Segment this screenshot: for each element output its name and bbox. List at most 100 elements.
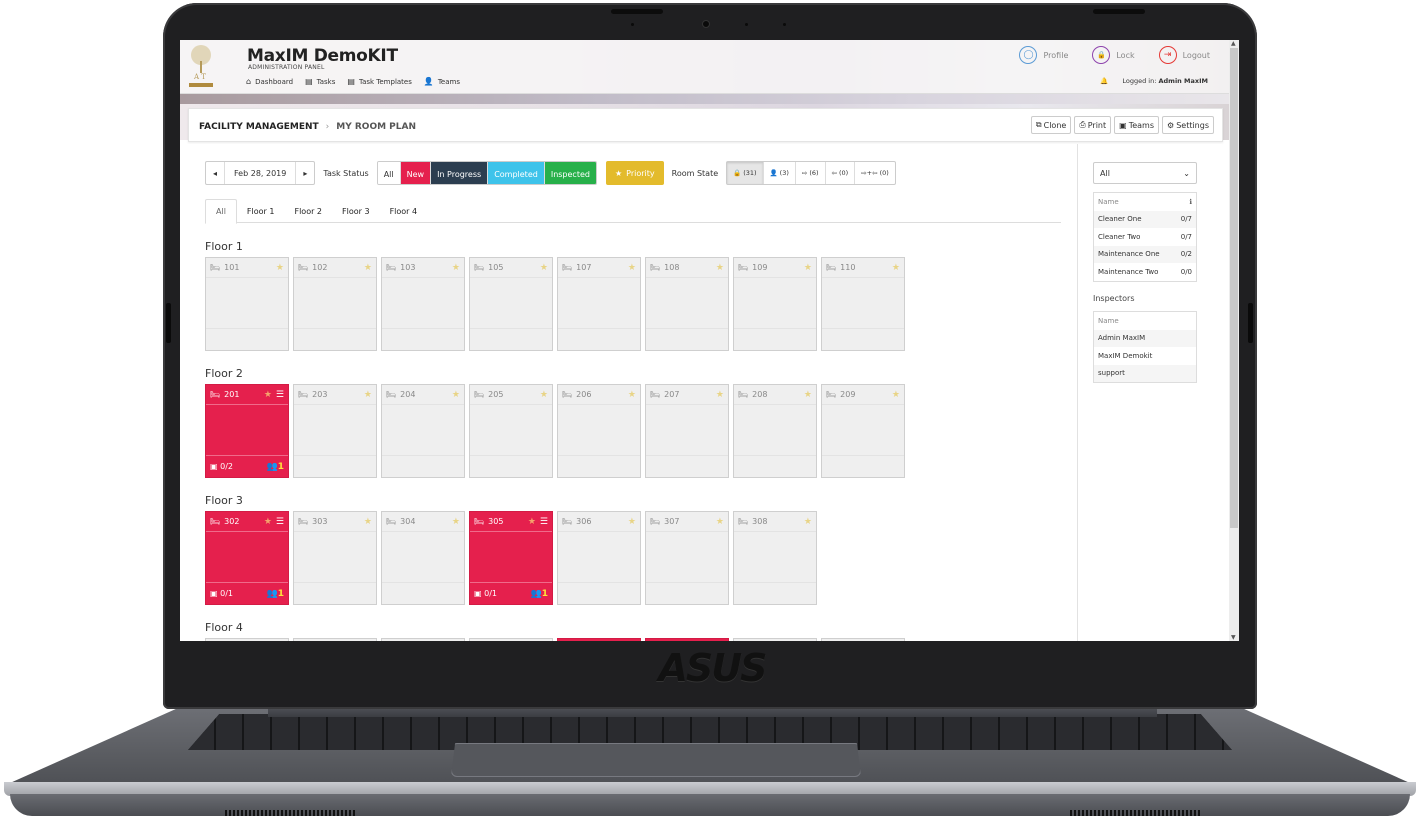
room-card[interactable] (645, 638, 729, 641)
room-card[interactable]: 🛏 109 ★ (733, 257, 817, 351)
scroll-down-icon[interactable]: ▼ (1231, 634, 1236, 641)
date-field[interactable]: Feb 28, 2019 (225, 162, 297, 184)
status-filter-all[interactable]: All (377, 162, 401, 184)
staff-row[interactable]: Maintenance Two 0/0 (1094, 263, 1196, 281)
breadcrumb-root[interactable]: FACILITY MANAGEMENT (199, 122, 319, 132)
room-card[interactable]: 🛏 101 ★ (205, 257, 289, 351)
info-icon[interactable]: ℹ (1189, 198, 1192, 206)
room-card[interactable]: 🛏 306 ★ (557, 511, 641, 605)
star-icon[interactable]: ★ (452, 390, 460, 400)
room-card[interactable]: 🛏 308 ★ (733, 511, 817, 605)
inspector-row[interactable]: Admin MaxIM (1094, 329, 1196, 347)
bell-icon[interactable]: 🔔 (1100, 77, 1108, 85)
tab-floor-4[interactable]: Floor 4 (380, 199, 428, 223)
star-icon[interactable]: ★ (628, 263, 636, 273)
tab-floor-2[interactable]: Floor 2 (284, 199, 332, 223)
room-card[interactable] (733, 638, 817, 641)
room-card[interactable]: 🛏 203 ★ (293, 384, 377, 478)
settings-button[interactable]: ⚙ Settings (1162, 116, 1214, 134)
star-icon[interactable]: ★ (804, 517, 812, 527)
star-icon[interactable]: ★ (716, 263, 724, 273)
tab-floor-3[interactable]: Floor 3 (332, 199, 380, 223)
scrollbar-thumb[interactable] (1230, 48, 1238, 528)
room-card[interactable] (469, 638, 553, 641)
room-card[interactable]: 🛏 110 ★ (821, 257, 905, 351)
priority-button[interactable]: ★ Priority (605, 161, 664, 185)
room-card[interactable] (381, 638, 465, 641)
room-card[interactable]: 🛏 108 ★ (645, 257, 729, 351)
star-icon[interactable]: ★ (628, 517, 636, 527)
status-filter-inspected[interactable]: Inspected (544, 162, 596, 184)
star-icon[interactable]: ★ (892, 263, 900, 273)
room-card[interactable]: 🛏 307 ★ (645, 511, 729, 605)
room-card[interactable]: 🛏 304 ★ (381, 511, 465, 605)
room-state-option[interactable]: 🔒 (31) (727, 162, 764, 184)
logout-link[interactable]: ⇥ Logout (1158, 46, 1210, 64)
nav-tasks[interactable]: ▤ Tasks (305, 77, 335, 86)
room-card[interactable]: 🛏 205 ★ (469, 384, 553, 478)
staff-row[interactable]: Cleaner One 0/7 (1094, 210, 1196, 228)
room-card[interactable]: 🛏 302 ★ ☰ ▣ 0/1 👥1 (205, 511, 289, 605)
star-icon[interactable]: ★ (264, 517, 272, 527)
menu-icon[interactable]: ☰ (276, 390, 284, 400)
room-state-option[interactable]: ⇦ (0) (826, 162, 856, 184)
star-icon[interactable]: ★ (716, 390, 724, 400)
star-icon[interactable]: ★ (264, 390, 272, 400)
nav-teams[interactable]: 👤 Teams (424, 77, 460, 86)
room-state-option[interactable]: 👤 (3) (764, 162, 796, 184)
profile-link[interactable]: ◯ Profile (1019, 46, 1068, 64)
room-card[interactable] (821, 638, 905, 641)
nav-task-templates[interactable]: ▤ Task Templates (347, 77, 411, 86)
star-icon[interactable]: ★ (528, 517, 536, 527)
room-card[interactable]: 🛏 105 ★ (469, 257, 553, 351)
clone-button[interactable]: ⧉ Clone (1030, 116, 1072, 134)
star-icon[interactable]: ★ (628, 390, 636, 400)
status-filter-completed[interactable]: Completed (488, 162, 545, 184)
tab-all[interactable]: All (205, 199, 237, 224)
staff-row[interactable]: Maintenance One 0/2 (1094, 245, 1196, 263)
star-icon[interactable]: ★ (364, 390, 372, 400)
lock-link[interactable]: 🔒 Lock (1092, 46, 1135, 64)
room-card[interactable]: 🛏 209 ★ (821, 384, 905, 478)
room-card[interactable] (205, 638, 289, 641)
star-icon[interactable]: ★ (364, 263, 372, 273)
room-card[interactable]: 🛏 102 ★ (293, 257, 377, 351)
room-state-option[interactable]: ⇨ (6) (796, 162, 826, 184)
star-icon[interactable]: ★ (540, 263, 548, 273)
inspector-row[interactable]: MaxIM Demokit (1094, 347, 1196, 365)
star-icon[interactable]: ★ (540, 390, 548, 400)
room-card[interactable]: 🛏 206 ★ (557, 384, 641, 478)
room-card[interactable] (293, 638, 377, 641)
star-icon[interactable]: ★ (804, 263, 812, 273)
room-state-option[interactable]: ⇨+⇦ (0) (855, 162, 895, 184)
next-day-button[interactable]: ▸ (296, 162, 314, 184)
room-card[interactable]: 🛏 201 ★ ☰ ▣ 0/2 👥1 (205, 384, 289, 478)
menu-icon[interactable]: ☰ (540, 517, 548, 527)
room-card[interactable]: 🛏 208 ★ (733, 384, 817, 478)
nav-dashboard[interactable]: ⌂ Dashboard (246, 77, 293, 86)
status-filter-new[interactable]: New (400, 162, 432, 184)
star-icon[interactable]: ★ (452, 517, 460, 527)
room-card[interactable] (557, 638, 641, 641)
team-select[interactable]: All ⌄ (1093, 162, 1197, 184)
status-filter-in-progress[interactable]: In Progress (431, 162, 489, 184)
room-card[interactable]: 🛏 305 ★ ☰ ▣ 0/1 👥1 (469, 511, 553, 605)
room-card[interactable]: 🛏 103 ★ (381, 257, 465, 351)
room-card[interactable]: 🛏 303 ★ (293, 511, 377, 605)
print-button[interactable]: ⎙ Print (1074, 116, 1112, 134)
inspector-row[interactable]: support (1094, 364, 1196, 382)
staff-row[interactable]: Cleaner Two 0/7 (1094, 228, 1196, 246)
star-icon[interactable]: ★ (892, 390, 900, 400)
star-icon[interactable]: ★ (276, 263, 284, 273)
teams-button[interactable]: ▣ Teams (1114, 116, 1160, 134)
room-card[interactable]: 🛏 204 ★ (381, 384, 465, 478)
vertical-scrollbar[interactable]: ▲ ▼ (1229, 40, 1239, 641)
star-icon[interactable]: ★ (452, 263, 460, 273)
star-icon[interactable]: ★ (804, 390, 812, 400)
star-icon[interactable]: ★ (716, 517, 724, 527)
menu-icon[interactable]: ☰ (276, 517, 284, 527)
room-card[interactable]: 🛏 107 ★ (557, 257, 641, 351)
prev-day-button[interactable]: ◂ (206, 162, 226, 184)
room-card[interactable]: 🛏 207 ★ (645, 384, 729, 478)
tab-floor-1[interactable]: Floor 1 (237, 199, 285, 223)
